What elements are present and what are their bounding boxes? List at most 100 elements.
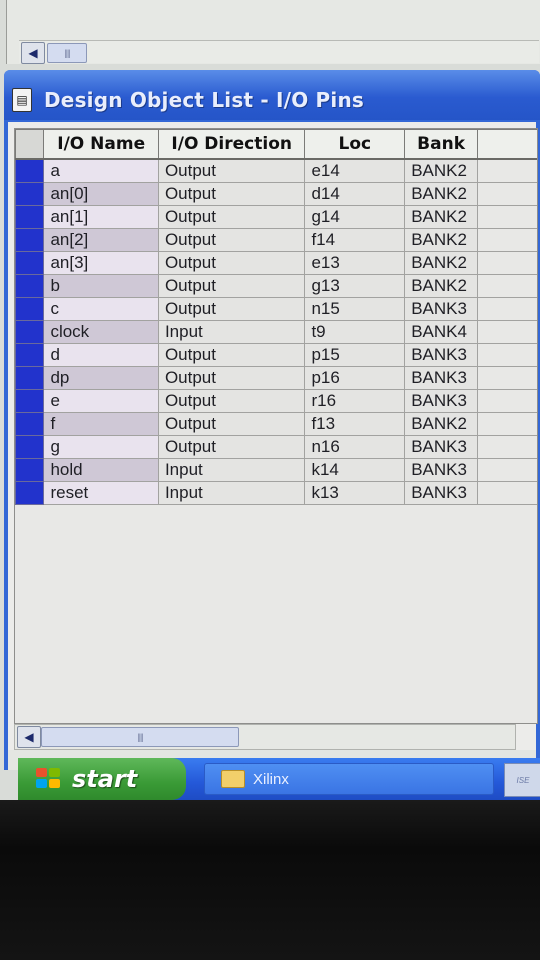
table-row[interactable]: d Output p15 BANK3 xyxy=(14,343,537,367)
cell-io-direction[interactable]: Output xyxy=(157,205,306,229)
cell-loc[interactable]: n16 xyxy=(304,435,406,459)
cell-bank[interactable]: BANK2 xyxy=(404,274,478,298)
cell-io-direction[interactable]: Output xyxy=(157,435,306,459)
cell-loc[interactable]: e14 xyxy=(304,158,406,183)
cell-io-name[interactable]: an[2] xyxy=(43,228,159,252)
cell-io-name[interactable]: f xyxy=(43,412,159,436)
top-horizontal-scrollbar[interactable]: ◀ |||| xyxy=(19,40,539,64)
cell-bank[interactable]: BANK2 xyxy=(404,251,478,275)
table-row[interactable]: an[0] Output d14 BANK2 xyxy=(14,182,537,206)
cell-io-direction[interactable]: Output xyxy=(157,412,306,436)
cell-io-name[interactable]: an[3] xyxy=(43,251,159,275)
start-button[interactable]: start xyxy=(18,758,186,800)
cell-bank[interactable]: BANK3 xyxy=(404,297,478,321)
table-row[interactable]: a Output e14 BANK2 xyxy=(14,158,537,183)
row-selector-header[interactable] xyxy=(14,129,45,160)
cell-loc[interactable]: t9 xyxy=(304,320,406,344)
cell-io-name[interactable]: clock xyxy=(43,320,159,344)
column-header-bank[interactable]: Bank xyxy=(404,129,478,160)
column-header-io-name[interactable]: I/O Name xyxy=(43,129,159,160)
row-selector[interactable] xyxy=(14,343,45,367)
scroll-left-button[interactable]: ◀ xyxy=(21,42,45,64)
row-selector[interactable] xyxy=(14,205,45,229)
cell-bank[interactable]: BANK3 xyxy=(404,366,478,390)
row-selector[interactable] xyxy=(14,412,45,436)
cell-io-direction[interactable]: Output xyxy=(157,158,306,183)
row-selector[interactable] xyxy=(14,297,45,321)
cell-io-name[interactable]: g xyxy=(43,435,159,459)
cell-bank[interactable]: BANK3 xyxy=(404,343,478,367)
row-selector[interactable] xyxy=(14,228,45,252)
cell-io-direction[interactable]: Input xyxy=(157,320,306,344)
row-selector[interactable] xyxy=(14,389,45,413)
cell-bank[interactable]: BANK3 xyxy=(404,481,478,505)
scroll-thumb-bottom[interactable]: |||| xyxy=(41,727,239,747)
tray-ise-icon[interactable]: ISE xyxy=(504,763,540,797)
cell-io-direction[interactable]: Output xyxy=(157,251,306,275)
cell-io-direction[interactable]: Output xyxy=(157,366,306,390)
table-row[interactable]: reset Input k13 BANK3 xyxy=(14,481,537,505)
row-selector[interactable] xyxy=(14,158,45,183)
cell-io-name[interactable]: b xyxy=(43,274,159,298)
column-header-loc[interactable]: Loc xyxy=(304,129,406,160)
cell-loc[interactable]: n15 xyxy=(304,297,406,321)
cell-bank[interactable]: BANK3 xyxy=(404,389,478,413)
cell-loc[interactable]: f13 xyxy=(304,412,406,436)
cell-bank[interactable]: BANK2 xyxy=(404,205,478,229)
row-selector[interactable] xyxy=(14,458,45,482)
cell-bank[interactable]: BANK4 xyxy=(404,320,478,344)
table-row[interactable]: b Output g13 BANK2 xyxy=(14,274,537,298)
column-header-io-direction[interactable]: I/O Direction xyxy=(157,129,306,160)
cell-io-name[interactable]: reset xyxy=(43,481,159,505)
taskbar-item-xilinx[interactable]: Xilinx xyxy=(204,763,494,795)
row-selector[interactable] xyxy=(14,481,45,505)
cell-bank[interactable]: BANK3 xyxy=(404,435,478,459)
cell-io-name[interactable]: dp xyxy=(43,366,159,390)
cell-bank[interactable]: BANK2 xyxy=(404,182,478,206)
table-row[interactable]: e Output r16 BANK3 xyxy=(14,389,537,413)
cell-io-direction[interactable]: Output xyxy=(157,343,306,367)
cell-loc[interactable]: f14 xyxy=(304,228,406,252)
scroll-left-button-bottom[interactable]: ◀ xyxy=(17,726,41,748)
row-selector[interactable] xyxy=(14,274,45,298)
cell-bank[interactable]: BANK2 xyxy=(404,158,478,183)
table-row[interactable]: hold Input k14 BANK3 xyxy=(14,458,537,482)
cell-io-direction[interactable]: Output xyxy=(157,228,306,252)
cell-io-direction[interactable]: Input xyxy=(157,481,306,505)
scroll-thumb[interactable]: |||| xyxy=(47,43,87,63)
row-selector[interactable] xyxy=(14,182,45,206)
cell-io-name[interactable]: an[0] xyxy=(43,182,159,206)
cell-io-name[interactable]: d xyxy=(43,343,159,367)
cell-loc[interactable]: k14 xyxy=(304,458,406,482)
cell-loc[interactable]: p16 xyxy=(304,366,406,390)
cell-io-name[interactable]: c xyxy=(43,297,159,321)
title-bar[interactable]: ▤ Design Object List - I/O Pins xyxy=(4,70,540,120)
cell-io-name[interactable]: an[1] xyxy=(43,205,159,229)
cell-io-name[interactable]: a xyxy=(43,158,159,183)
table-row[interactable]: an[2] Output f14 BANK2 xyxy=(14,228,537,252)
cell-loc[interactable]: g13 xyxy=(304,274,406,298)
cell-loc[interactable]: d14 xyxy=(304,182,406,206)
table-row[interactable]: f Output f13 BANK2 xyxy=(14,412,537,436)
cell-io-direction[interactable]: Output xyxy=(157,182,306,206)
cell-io-direction[interactable]: Input xyxy=(157,458,306,482)
cell-io-direction[interactable]: Output xyxy=(157,274,306,298)
cell-loc[interactable]: e13 xyxy=(304,251,406,275)
cell-loc[interactable]: k13 xyxy=(304,481,406,505)
table-row[interactable]: g Output n16 BANK3 xyxy=(14,435,537,459)
table-row[interactable]: clock Input t9 BANK4 xyxy=(14,320,537,344)
cell-bank[interactable]: BANK3 xyxy=(404,458,478,482)
cell-loc[interactable]: p15 xyxy=(304,343,406,367)
cell-bank[interactable]: BANK2 xyxy=(404,228,478,252)
row-selector[interactable] xyxy=(14,320,45,344)
bottom-horizontal-scrollbar[interactable]: ◀ |||| xyxy=(14,724,516,750)
table-row[interactable]: an[3] Output e13 BANK2 xyxy=(14,251,537,275)
row-selector[interactable] xyxy=(14,251,45,275)
cell-io-name[interactable]: hold xyxy=(43,458,159,482)
cell-io-direction[interactable]: Output xyxy=(157,297,306,321)
cell-loc[interactable]: g14 xyxy=(304,205,406,229)
table-row[interactable]: c Output n15 BANK3 xyxy=(14,297,537,321)
table-row[interactable]: dp Output p16 BANK3 xyxy=(14,366,537,390)
cell-io-direction[interactable]: Output xyxy=(157,389,306,413)
cell-loc[interactable]: r16 xyxy=(304,389,406,413)
